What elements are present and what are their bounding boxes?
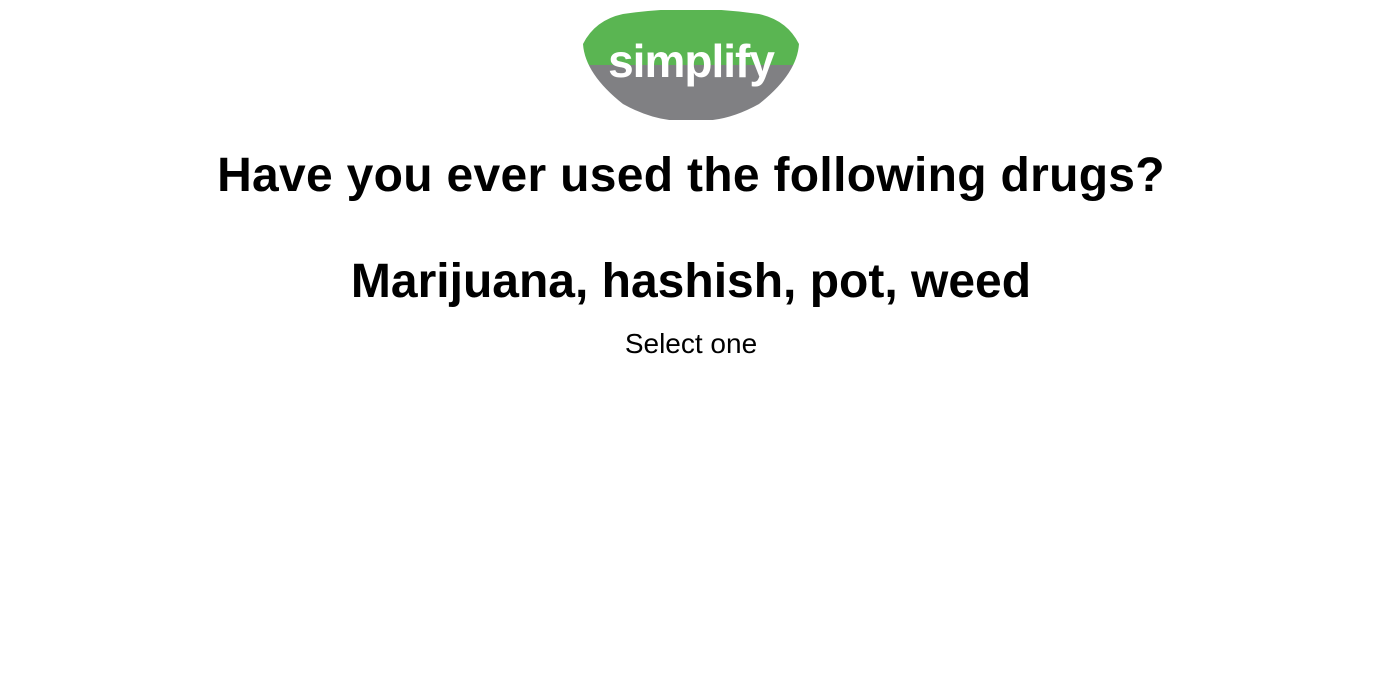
drug-item-heading: Marijuana, hashish, pot, weed <box>350 255 1032 308</box>
simplify-logo: simplify <box>583 10 799 120</box>
logo-text: simplify <box>608 35 775 87</box>
select-instruction: Select one <box>624 328 758 359</box>
question-heading: Have you ever used the following drugs? <box>217 149 1165 202</box>
